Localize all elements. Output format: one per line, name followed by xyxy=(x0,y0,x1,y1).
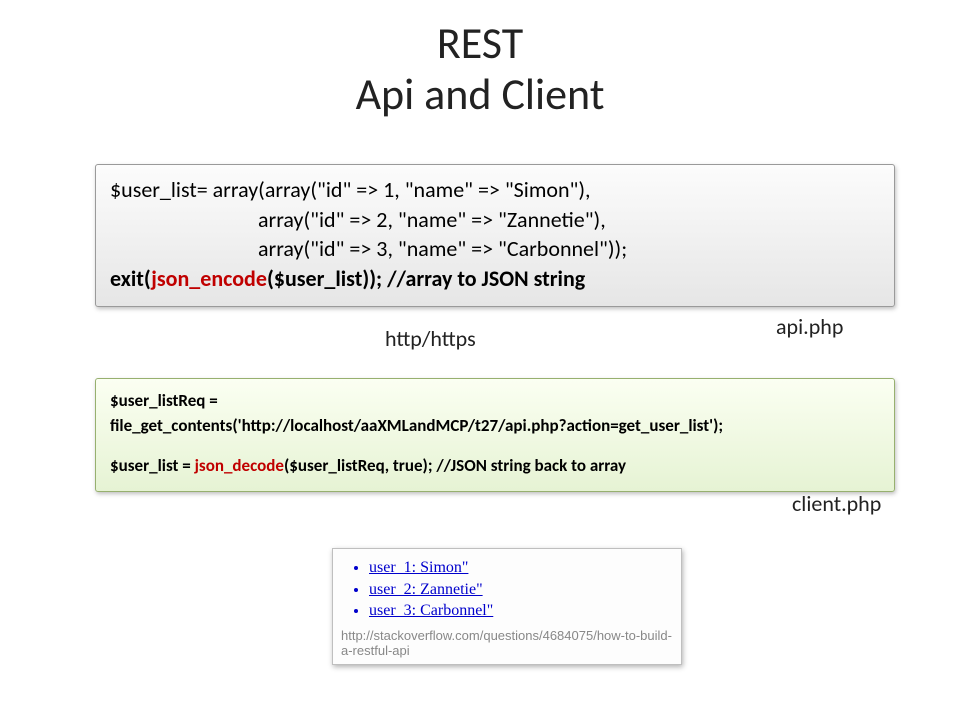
api-file-label: api.php xyxy=(776,313,843,340)
title-line-2: Api and Client xyxy=(356,67,605,121)
code-line: array("id" => 2, "name" => "Zannetie"), xyxy=(110,205,880,235)
code-line: $user_list= array(array("id" => 1, "name… xyxy=(110,175,880,205)
client-file-label: client.php xyxy=(792,490,881,517)
result-link[interactable]: user_3: Carbonnel" xyxy=(369,600,673,622)
http-label: http/https xyxy=(385,325,476,352)
result-link[interactable]: user_2: Zannetie" xyxy=(369,579,673,601)
title-line-1: REST xyxy=(437,16,523,70)
result-link[interactable]: user_1: Simon" xyxy=(369,557,673,579)
code-line: $user_listReq = xyxy=(110,389,880,414)
client-code-box: $user_listReq = file_get_contents('http:… xyxy=(95,378,895,492)
result-source-url: http://stackoverflow.com/questions/46840… xyxy=(341,628,673,660)
code-line: exit(json_encode($user_list)); //array t… xyxy=(110,264,880,294)
slide: REST Api and Client $user_list= array(ar… xyxy=(0,0,960,720)
result-output-box: user_1: Simon" user_2: Zannetie" user_3:… xyxy=(332,548,682,665)
result-list: user_1: Simon" user_2: Zannetie" user_3:… xyxy=(341,557,673,622)
code-line: array("id" => 3, "name" => "Carbonnel"))… xyxy=(110,234,880,264)
slide-title: REST Api and Client xyxy=(0,18,960,119)
api-code-box: $user_list= array(array("id" => 1, "name… xyxy=(95,164,895,307)
code-line: $user_list = json_decode($user_listReq, … xyxy=(110,454,880,479)
code-line: file_get_contents('http://localhost/aaXM… xyxy=(110,414,880,439)
